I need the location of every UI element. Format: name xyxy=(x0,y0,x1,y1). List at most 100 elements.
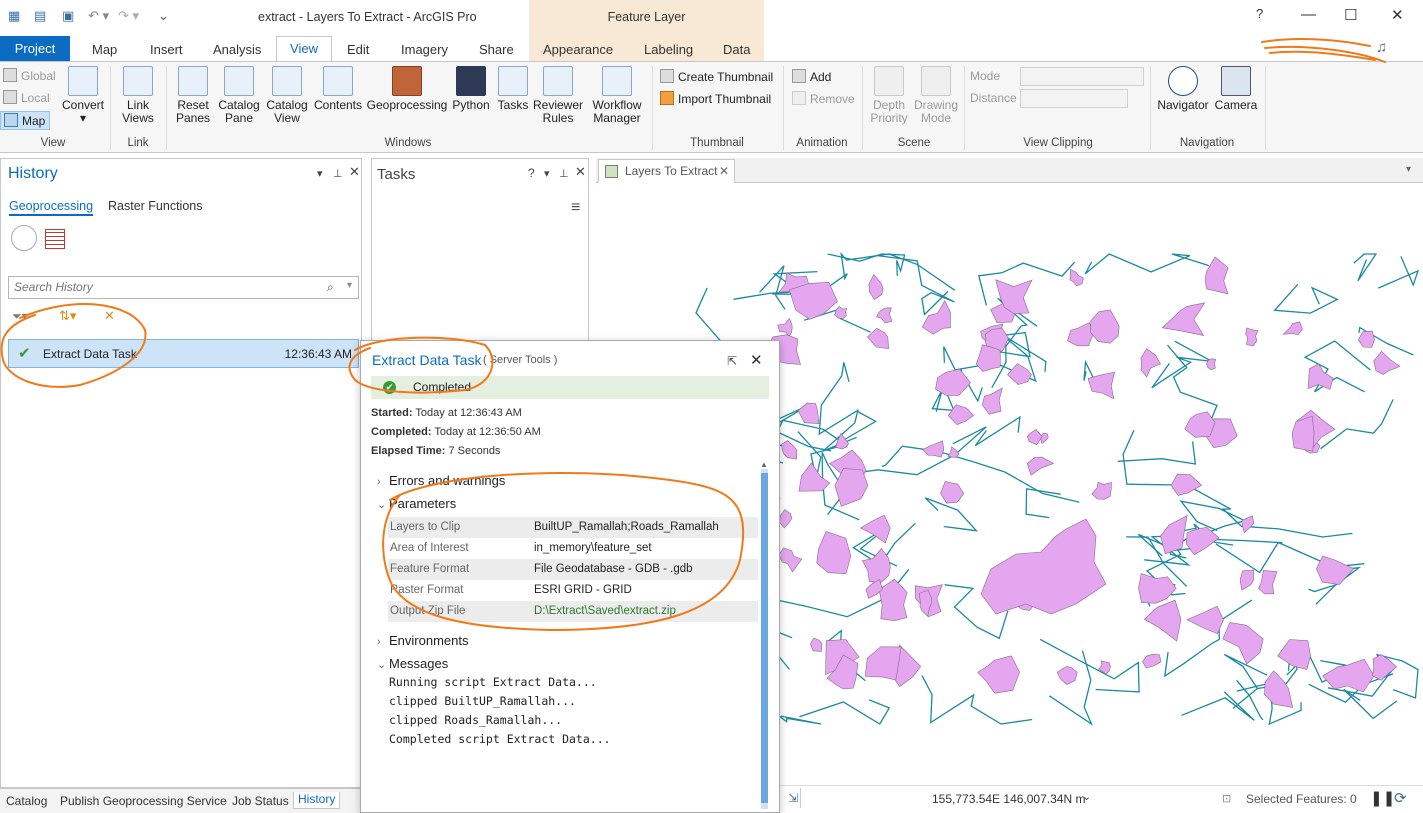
pane-menu-icon[interactable]: ▾ xyxy=(317,167,323,180)
refresh-icon[interactable]: ⟳ xyxy=(1394,789,1407,807)
section-errors-warnings[interactable]: › Errors and warnings xyxy=(377,473,505,488)
history-item[interactable]: ✔ Extract Data Task 12:36:43 AM xyxy=(8,339,359,368)
tab-analysis[interactable]: Analysis xyxy=(213,42,261,57)
road-line xyxy=(1048,650,1093,726)
python-button[interactable]: Python xyxy=(450,66,492,112)
parameter-row: Area of Interest in_memory\feature_set xyxy=(390,542,652,554)
subtab-geoprocessing[interactable]: Geoprocessing xyxy=(9,199,94,216)
contents-button[interactable]: Contents xyxy=(312,66,364,112)
sort-icon[interactable]: ⇅▾ xyxy=(59,308,76,324)
catalog-view-button[interactable]: Catalog View xyxy=(265,66,309,125)
section-parameters[interactable]: ⌄ Parameters xyxy=(377,496,456,511)
save-icon[interactable]: ▣ xyxy=(62,8,74,24)
tab-labeling[interactable]: Labeling xyxy=(644,42,693,57)
tab-edit[interactable]: Edit xyxy=(347,42,369,57)
app-logo-icon[interactable]: ▦ xyxy=(8,8,20,24)
geoprocessing-button[interactable]: Geoprocessing xyxy=(366,66,448,112)
clear-history-icon[interactable]: ✕ xyxy=(104,308,115,324)
customize-toolbar-icon[interactable]: ⌄ xyxy=(158,8,169,24)
built-up-polygon xyxy=(1239,569,1254,591)
pane-menu-icon[interactable]: ▾ xyxy=(544,167,550,180)
remove-keyframe-button[interactable]: Remove xyxy=(792,91,855,106)
distance-label: Distance xyxy=(970,91,1017,105)
filter-icon[interactable]: ⏷▾ xyxy=(12,309,28,324)
tasks-button[interactable]: Tasks xyxy=(494,66,532,112)
road-line xyxy=(799,699,891,725)
python-icon xyxy=(456,66,486,96)
distance-input[interactable] xyxy=(1020,89,1128,108)
workflow-manager-button[interactable]: Workflow Manager xyxy=(588,66,646,125)
tab-data[interactable]: Data xyxy=(723,42,750,57)
undo-icon[interactable]: ↶ ▾ xyxy=(88,8,109,24)
close-tab-icon[interactable]: ✕ xyxy=(719,160,729,182)
convert-button[interactable]: Convert ▾ xyxy=(60,66,106,125)
notifications-icon[interactable]: ♫ xyxy=(1376,39,1387,56)
mode-dropdown[interactable] xyxy=(1020,67,1144,86)
add-keyframe-button[interactable]: Add xyxy=(792,69,831,84)
bottom-tab-publish-geoprocessing-service[interactable]: Publish Geoprocessing Service xyxy=(60,794,227,808)
tab-share[interactable]: Share xyxy=(479,42,514,57)
history-clock-icon[interactable] xyxy=(11,225,37,251)
bottom-tab-history[interactable]: History xyxy=(293,792,341,809)
bottom-tab-job-status[interactable]: Job Status xyxy=(232,794,289,808)
success-check-icon: ✔ xyxy=(383,381,396,394)
search-dropdown-icon[interactable]: ▾ xyxy=(347,280,352,291)
reset-panes-button[interactable]: Reset Panes xyxy=(171,66,215,125)
popup-title[interactable]: Extract Data Task xyxy=(372,352,481,368)
camera-button[interactable]: Camera xyxy=(1213,66,1259,112)
navigator-button[interactable]: Navigator xyxy=(1155,66,1211,112)
built-up-polygon xyxy=(859,514,891,544)
reviewer-rules-button[interactable]: Reviewer Rules xyxy=(533,66,583,125)
popup-scrollbar-thumb[interactable] xyxy=(761,473,768,803)
help-icon[interactable]: ? xyxy=(528,166,535,180)
ribbon-tabs: Project Map Insert Analysis View Edit Im… xyxy=(0,36,1423,62)
selected-features-count[interactable]: Selected Features: 0 xyxy=(1246,792,1357,806)
close-pane-icon[interactable]: ✕ xyxy=(349,164,360,180)
built-up-polygon xyxy=(1161,302,1206,337)
open-project-icon[interactable]: ▤ xyxy=(34,8,46,24)
create-thumbnail-button[interactable]: Create Thumbnail xyxy=(660,69,773,84)
maximize-button[interactable]: ☐ xyxy=(1344,6,1357,24)
map-view-tab[interactable]: Layers To Extract ✕ xyxy=(598,159,735,183)
pause-drawing-icon[interactable]: ❚❚ xyxy=(1370,789,1395,807)
tab-view[interactable]: View xyxy=(276,36,332,62)
tab-project[interactable]: Project xyxy=(0,36,70,61)
coordinate-format-dropdown-icon[interactable]: ⌄ xyxy=(1082,790,1091,803)
subtab-raster-functions[interactable]: Raster Functions xyxy=(108,199,202,213)
pin-icon[interactable]: ⊥ xyxy=(559,167,569,180)
tab-insert[interactable]: Insert xyxy=(150,42,183,57)
map-button[interactable]: Map xyxy=(0,111,51,130)
close-popup-icon[interactable]: ✕ xyxy=(750,351,763,369)
help-button[interactable]: ? xyxy=(1256,6,1263,21)
import-thumbnail-button[interactable]: Import Thumbnail xyxy=(660,91,771,106)
calendar-icon[interactable] xyxy=(45,229,65,249)
output-file-link[interactable]: D:\Extract\Saved\extract.zip xyxy=(534,601,676,622)
close-button[interactable]: ✕ xyxy=(1391,6,1404,24)
drawing-mode-button[interactable]: Drawing Mode xyxy=(912,66,960,125)
hamburger-menu-icon[interactable]: ≡ xyxy=(571,199,580,217)
close-pane-icon[interactable]: ✕ xyxy=(575,164,586,180)
redo-icon[interactable]: ↷ ▾ xyxy=(118,8,139,24)
road-line xyxy=(759,265,786,310)
status-bar: ✔ Completed xyxy=(371,376,769,399)
depth-priority-button[interactable]: Depth Priority xyxy=(866,66,912,125)
catalog-pane-button[interactable]: Catalog Pane xyxy=(217,66,261,125)
tab-appearance[interactable]: Appearance xyxy=(543,42,613,57)
bottom-tab-catalog[interactable]: Catalog xyxy=(6,794,47,808)
tab-list-dropdown-icon[interactable]: ▾ xyxy=(1406,164,1411,175)
search-icon[interactable]: ⌕ xyxy=(327,280,334,295)
section-messages[interactable]: ⌄ Messages xyxy=(377,656,448,671)
minimize-button[interactable]: — xyxy=(1301,6,1316,23)
open-external-icon[interactable]: ⇱ xyxy=(727,354,737,368)
scroll-up-icon[interactable]: ▲ xyxy=(760,460,768,469)
search-input[interactable] xyxy=(9,277,309,297)
tab-imagery[interactable]: Imagery xyxy=(401,42,448,57)
local-button[interactable]: Local xyxy=(3,90,50,105)
pin-icon[interactable]: ⊥ xyxy=(333,167,343,180)
scale-icon[interactable]: ⇲ xyxy=(788,791,798,805)
tab-map[interactable]: Map xyxy=(92,42,117,57)
section-environments[interactable]: › Environments xyxy=(377,633,468,648)
link-views-button[interactable]: Link Views xyxy=(116,66,160,125)
global-button[interactable]: Global xyxy=(3,68,56,83)
context-header: Feature Layer xyxy=(529,0,764,36)
